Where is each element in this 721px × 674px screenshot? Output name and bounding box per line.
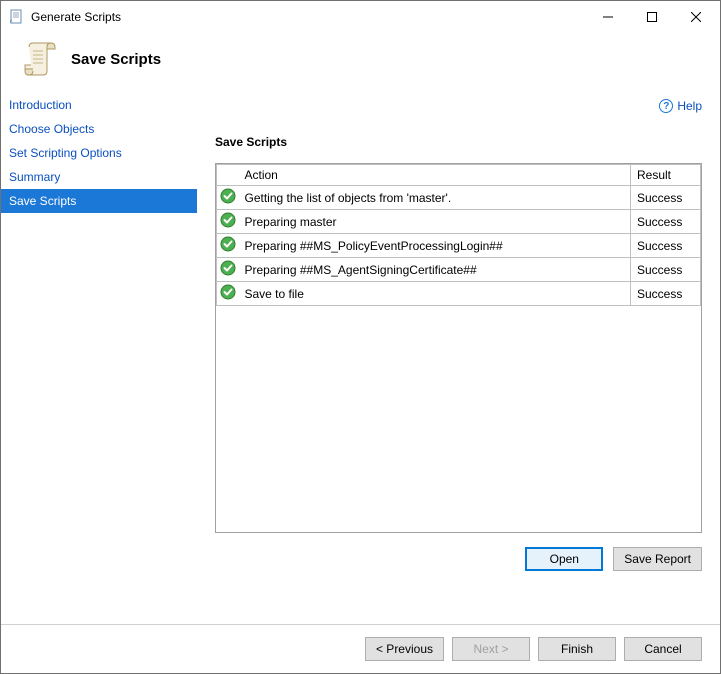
sidebar-item-choose-objects[interactable]: Choose Objects: [1, 117, 197, 141]
window-title: Generate Scripts: [31, 10, 121, 24]
wizard-window: Generate Scripts Save Scripts Introducti…: [0, 0, 721, 674]
action-cell: Preparing ##MS_PolicyEventProcessingLogi…: [239, 234, 631, 258]
action-cell: Save to file: [239, 282, 631, 306]
script-app-icon: [9, 9, 25, 25]
result-cell: Success: [631, 186, 701, 210]
previous-button[interactable]: < Previous: [365, 637, 444, 661]
wizard-header: Save Scripts: [1, 33, 720, 93]
maximize-button[interactable]: [630, 2, 674, 32]
scroll-icon: [23, 41, 57, 77]
close-button[interactable]: [674, 2, 718, 32]
titlebar: Generate Scripts: [1, 1, 720, 33]
table-row: Preparing ##MS_PolicyEventProcessingLogi…: [217, 234, 701, 258]
section-title: Save Scripts: [215, 135, 702, 149]
column-header-icon: [217, 165, 239, 186]
action-cell: Getting the list of objects from 'master…: [239, 186, 631, 210]
column-header-result: Result: [631, 165, 701, 186]
cancel-button[interactable]: Cancel: [624, 637, 702, 661]
action-cell: Preparing ##MS_AgentSigningCertificate##: [239, 258, 631, 282]
success-icon: [217, 234, 239, 258]
table-row: Getting the list of objects from 'master…: [217, 186, 701, 210]
result-cell: Success: [631, 234, 701, 258]
action-cell: Preparing master: [239, 210, 631, 234]
success-icon: [217, 186, 239, 210]
result-cell: Success: [631, 282, 701, 306]
result-cell: Success: [631, 258, 701, 282]
progress-table: Action Result Getting the list of object…: [215, 163, 702, 533]
success-icon: [217, 210, 239, 234]
save-report-button[interactable]: Save Report: [613, 547, 702, 571]
next-button: Next >: [452, 637, 530, 661]
finish-button[interactable]: Finish: [538, 637, 616, 661]
table-row: Preparing masterSuccess: [217, 210, 701, 234]
sidebar-item-save-scripts[interactable]: Save Scripts: [1, 189, 197, 213]
open-button[interactable]: Open: [525, 547, 603, 571]
wizard-main: ? Help Save Scripts Action Result Gettin…: [197, 93, 720, 624]
result-cell: Success: [631, 210, 701, 234]
success-icon: [217, 282, 239, 306]
table-row: Save to fileSuccess: [217, 282, 701, 306]
wizard-sidebar: IntroductionChoose ObjectsSet Scripting …: [1, 93, 197, 624]
wizard-footer: < Previous Next > Finish Cancel: [1, 624, 720, 673]
success-icon: [217, 258, 239, 282]
table-row: Preparing ##MS_AgentSigningCertificate##…: [217, 258, 701, 282]
help-icon: ?: [659, 99, 673, 113]
sidebar-item-summary[interactable]: Summary: [1, 165, 197, 189]
column-header-action: Action: [239, 165, 631, 186]
sidebar-item-set-scripting-options[interactable]: Set Scripting Options: [1, 141, 197, 165]
minimize-button[interactable]: [586, 2, 630, 32]
sidebar-item-introduction[interactable]: Introduction: [1, 93, 197, 117]
help-link[interactable]: Help: [677, 99, 702, 113]
page-title: Save Scripts: [71, 51, 161, 68]
